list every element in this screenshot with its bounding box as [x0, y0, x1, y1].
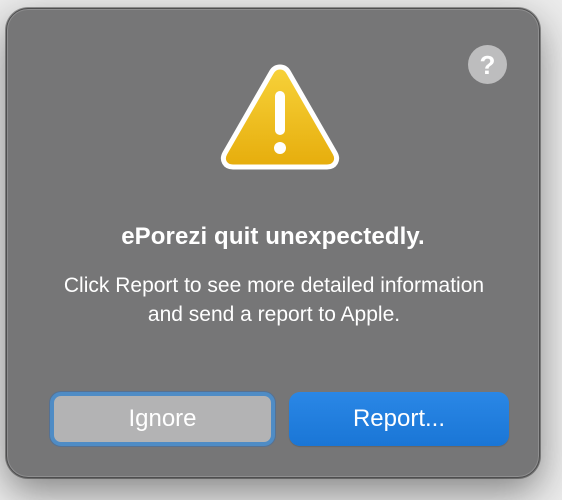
help-button[interactable]: ?: [468, 45, 507, 84]
ignore-button[interactable]: Ignore: [50, 392, 275, 446]
dialog-message: Click Report to see more detailed inform…: [63, 274, 485, 326]
report-button-label: Report...: [352, 405, 446, 432]
ignore-button-label: Ignore: [128, 405, 197, 432]
question-mark-icon: ?: [479, 49, 496, 80]
crash-report-dialog: ? ePorezi quit unexpectedly. Click Repor…: [6, 8, 540, 478]
dialog-title: ePorezi quit unexpectedly.: [121, 223, 425, 250]
report-button[interactable]: Report...: [289, 392, 509, 446]
warning-triangle-icon: [219, 61, 341, 171]
